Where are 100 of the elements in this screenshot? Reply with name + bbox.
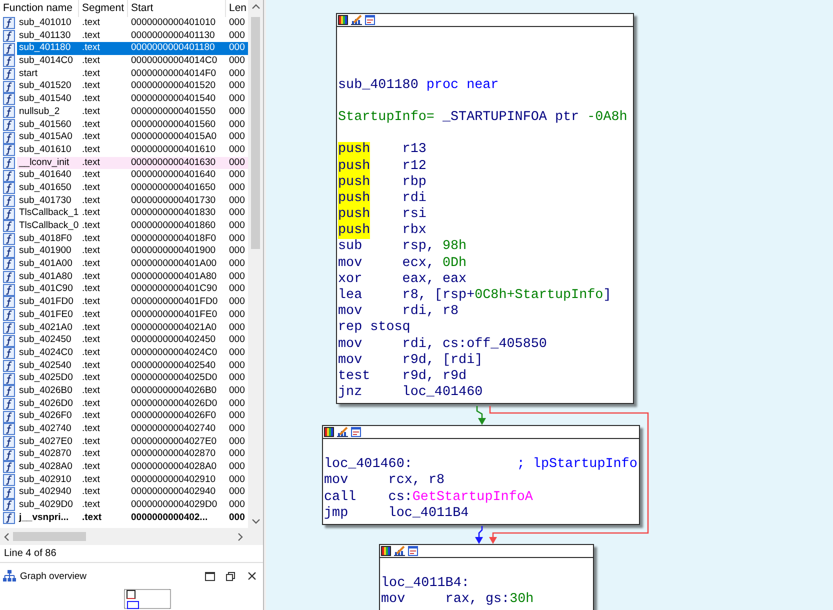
start-address: 0000000000401650 (131, 182, 216, 193)
start-address: 0000000000401730 (131, 194, 216, 206)
maximize-icon[interactable] (205, 572, 215, 580)
segment-name: .text (82, 512, 102, 523)
function-row[interactable]: __lconv_init .text 0000000000401630 000 (17, 156, 248, 170)
window-list-icon[interactable] (408, 546, 418, 556)
function-row[interactable]: sub_4021A0 .text 00000000004021A0 000 (17, 322, 248, 334)
function-row[interactable]: sub_401130 .text 0000000000401130 000 (17, 30, 248, 42)
function-row[interactable]: sub_401010 .text 0000000000401010 000 (17, 17, 248, 30)
pencil-chart-icon[interactable] (394, 546, 405, 556)
function-row[interactable]: sub_402540 .text 0000000000402540 000 (17, 360, 248, 372)
column-header[interactable]: Len (226, 0, 248, 17)
function-row[interactable]: sub_401520 .text 0000000000401520 000 (17, 80, 248, 94)
palette-icon[interactable] (338, 15, 348, 25)
function-row[interactable]: sub_402940 .text 0000000000402940 000 (17, 486, 248, 500)
start-address: 0000000000402450 (131, 334, 216, 346)
palette-icon[interactable] (324, 427, 334, 437)
function-row[interactable]: sub_4027E0 .text 00000000004027E0 000 (17, 436, 248, 448)
segment-name: .text (82, 296, 100, 308)
asm-operands: ecx, 0Dh (402, 256, 467, 272)
function-row[interactable]: sub_4026B0 .text 00000000004026B0 000 (17, 384, 248, 398)
pencil-chart-icon[interactable] (337, 427, 348, 437)
function-row[interactable]: sub_401C90 .text 0000000000401C90 000 (17, 283, 248, 296)
function-icon (3, 309, 15, 322)
function-length: 000 (229, 499, 245, 510)
function-icon (3, 93, 15, 106)
pencil-chart-icon[interactable] (351, 15, 362, 25)
function-row[interactable]: sub_4026F0 .text 00000000004026F0 000 (17, 410, 248, 423)
asm-mnemonic: push (338, 158, 370, 175)
scrollbar-thumb[interactable] (251, 17, 260, 249)
function-icon (3, 360, 15, 372)
function-row[interactable]: sub_401180 .text 0000000000401180 000 (17, 42, 248, 56)
function-row[interactable]: sub_4018F0 .text 00000000004018F0 000 (17, 232, 248, 246)
function-row[interactable]: sub_4026D0 .text 00000000004026D0 000 (17, 398, 248, 410)
function-row[interactable]: sub_401900 .text 0000000000401900 000 (17, 245, 248, 258)
function-row[interactable]: sub_401540 .text 0000000000401540 000 (17, 93, 248, 106)
segment-name: .text (82, 486, 100, 498)
function-row[interactable]: sub_4029D0 .text 00000000004029D0 000 (17, 499, 248, 512)
asm-operands: r9d, [rdi] (402, 352, 483, 369)
asm-mnemonic: push (338, 207, 370, 224)
start-address: 00000000004028A0 (131, 461, 217, 472)
function-length: 000 (229, 156, 245, 168)
function-row[interactable]: sub_402870 .text 0000000000402870 000 (17, 448, 248, 462)
column-header[interactable]: Start (128, 0, 226, 17)
asm-mnemonic: mov (338, 256, 362, 272)
function-row[interactable]: start .text 00000000004014F0 000 (17, 68, 248, 80)
vertical-scrollbar[interactable] (248, 0, 263, 528)
function-row[interactable]: sub_401FE0 .text 0000000000401FE0 000 (17, 308, 248, 322)
function-row[interactable]: sub_4014C0 .text 00000000004014C0 000 (17, 55, 248, 68)
function-row[interactable]: sub_401610 .text 0000000000401610 000 (17, 144, 248, 157)
function-name: sub_402940 (19, 486, 72, 498)
horizontal-scrollbar[interactable] (0, 528, 263, 545)
restore-icon[interactable] (226, 572, 235, 580)
function-length: 000 (229, 308, 245, 320)
close-icon[interactable] (248, 572, 256, 580)
function-row[interactable]: sub_401A80 .text 0000000000401A80 000 (17, 270, 248, 284)
function-row[interactable]: TlsCallback_0 .text 0000000000401860 000 (17, 220, 248, 233)
function-row[interactable]: sub_401A00 .text 0000000000401A00 000 (17, 258, 248, 271)
function-row[interactable]: j__vsnpri... .text 0000000000402... 000 (17, 512, 248, 524)
window-list-icon[interactable] (351, 427, 361, 437)
asm-mnemonic: jnz (338, 385, 362, 402)
function-row[interactable]: sub_401640 .text 0000000000401640 000 (17, 169, 248, 182)
function-row[interactable]: sub_401560 .text 0000000000401560 000 (17, 118, 248, 132)
start-address: 0000000000402740 (131, 423, 216, 434)
window-list-icon[interactable] (365, 15, 375, 25)
function-row[interactable]: sub_4015A0 .text 00000000004015A0 000 (17, 131, 248, 144)
scrollbar-thumb[interactable] (13, 532, 86, 541)
start-address: 0000000000401FE0 (131, 308, 218, 320)
function-row[interactable]: TlsCallback_1 .text 0000000000401830 000 (17, 207, 248, 220)
function-row[interactable]: sub_401FD0 .text 0000000000401FD0 000 (17, 296, 248, 309)
chevron-left-icon[interactable] (4, 532, 9, 540)
function-row[interactable]: sub_401650 .text 0000000000401650 000 (17, 182, 248, 195)
function-row[interactable]: nullsub_2 .text 0000000000401550 000 (17, 106, 248, 118)
function-row[interactable]: sub_4025D0 .text 00000000004025D0 000 (17, 372, 248, 385)
function-row[interactable]: sub_402450 .text 0000000000402450 000 (17, 334, 248, 347)
asm-mnemonic: rep stosq (338, 320, 410, 337)
function-length: 000 (229, 80, 245, 92)
function-length: 000 (229, 258, 245, 270)
function-row[interactable]: sub_4024C0 .text 00000000004024C0 000 (17, 346, 248, 360)
function-row[interactable]: sub_402740 .text 0000000000402740 000 (17, 423, 248, 436)
function-name: sub_4026B0 (19, 384, 72, 396)
function-name: sub_401640 (19, 169, 72, 180)
palette-icon[interactable] (381, 546, 391, 556)
chevron-right-icon[interactable] (238, 532, 243, 540)
function-length: 000 (229, 220, 245, 231)
function-row[interactable]: sub_401730 .text 0000000000401730 000 (17, 194, 248, 208)
chevron-up-icon[interactable] (252, 4, 260, 9)
segment-name: .text (82, 17, 100, 28)
start-address: 0000000000401010 (131, 17, 216, 28)
chevron-down-icon[interactable] (252, 519, 260, 524)
asm-mnemonic: push (338, 223, 370, 240)
start-address: 00000000004027E0 (131, 436, 217, 447)
asm-mnemonic: lea (338, 288, 362, 304)
asm-operands: rdi, r8 (402, 304, 459, 320)
function-row[interactable]: sub_4028A0 .text 00000000004028A0 000 (17, 461, 248, 474)
column-header[interactable]: Segment (79, 0, 128, 17)
function-icon (3, 118, 15, 131)
function-length: 000 (229, 486, 245, 498)
function-row[interactable]: sub_402910 .text 0000000000402910 000 (17, 474, 248, 486)
start-address: 00000000004026B0 (131, 384, 217, 396)
